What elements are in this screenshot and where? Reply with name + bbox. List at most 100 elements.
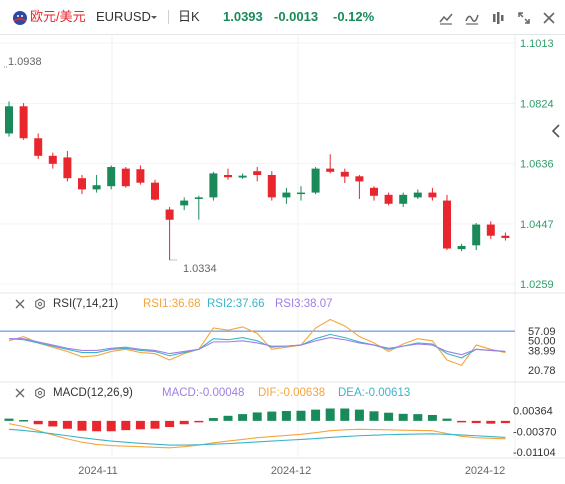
candle-body xyxy=(413,192,422,198)
macd-histogram-bar xyxy=(48,420,58,427)
low-price-label: 1.0334 xyxy=(183,263,217,275)
rsi-tick-label: 38.99 xyxy=(528,345,556,357)
candle-body xyxy=(63,157,72,179)
candle-body xyxy=(165,209,174,220)
candle-body xyxy=(311,168,320,193)
macd-histogram-bar xyxy=(384,412,394,421)
macd-settings-icon[interactable] xyxy=(34,387,46,399)
candle-body xyxy=(136,169,145,183)
macd-histogram-bar xyxy=(296,410,306,421)
macd-histogram-bar xyxy=(427,414,437,421)
macd-histogram-bar xyxy=(121,420,131,431)
candle-body xyxy=(151,182,159,200)
candle-body xyxy=(253,171,262,176)
macd-pane xyxy=(4,408,510,449)
rsi-line-2 xyxy=(8,333,506,359)
macd-histogram-bar xyxy=(340,408,350,421)
candle-body xyxy=(224,175,232,178)
candle-body xyxy=(399,194,408,204)
candle-body xyxy=(297,192,305,195)
candle-body xyxy=(428,192,437,198)
candle-body xyxy=(48,155,57,164)
rsi-settings-icon[interactable] xyxy=(34,298,46,310)
price-tick-label: 1.0824 xyxy=(520,98,554,110)
candle-body xyxy=(194,197,203,199)
macd-histogram-bar xyxy=(238,414,248,421)
candle-body xyxy=(326,168,335,172)
dea-value: DEA:-0.00613 xyxy=(338,387,411,399)
dif-value: DIF:-0.00638 xyxy=(258,387,326,399)
macd-histogram-bar xyxy=(165,420,175,428)
macd-histogram-bar xyxy=(457,420,467,423)
time-tick-label: 2024-12 xyxy=(271,465,311,477)
macd-histogram-bar xyxy=(4,418,14,421)
candle-body xyxy=(78,178,86,190)
chart-canvas[interactable]: 1.10131.08241.06361.04471.025957.0950.00… xyxy=(0,0,565,484)
rsi-lines xyxy=(0,318,515,366)
candle-body xyxy=(121,168,130,187)
macd-histogram-bar xyxy=(442,418,452,421)
collapse-arrow-icon[interactable] xyxy=(548,122,564,140)
candle-body xyxy=(238,175,247,178)
macd-histogram-bar xyxy=(354,409,364,421)
macd-histogram-bar xyxy=(413,414,423,421)
candle-body xyxy=(34,138,43,156)
macd-histogram-bar xyxy=(486,420,496,424)
time-tick-label: 2024-11 xyxy=(78,465,118,477)
rsi-tick-label: 20.78 xyxy=(528,365,556,377)
macd-histogram-bar xyxy=(369,411,379,421)
candle-body xyxy=(267,175,276,198)
time-tick-label: 2024-12 xyxy=(465,465,505,477)
macd-histogram-bar xyxy=(106,420,116,432)
macd-histogram-bar xyxy=(135,420,145,430)
candle-body xyxy=(340,171,349,177)
price-tick-label: 1.0447 xyxy=(520,219,554,231)
macd-histogram-bar xyxy=(179,420,189,425)
candle-body xyxy=(92,185,101,190)
candle-body xyxy=(209,173,218,198)
rsi1-value: RSI1:36.68 xyxy=(143,298,201,310)
macd-histogram-bar xyxy=(77,420,87,431)
candle-body xyxy=(180,200,189,206)
candle-body xyxy=(443,200,451,249)
candle-body xyxy=(501,235,510,238)
candle-body xyxy=(5,106,13,134)
candle-body xyxy=(384,194,393,204)
candle-body xyxy=(486,224,495,236)
macd-histogram-bar xyxy=(398,413,408,421)
macd-histogram-bar xyxy=(500,420,510,424)
macd-label: MACD(12,26,9) xyxy=(53,387,133,399)
macd-value: MACD:-0.00048 xyxy=(162,387,245,399)
price-tick-label: 1.0259 xyxy=(520,279,554,291)
price-tick-label: 1.1013 xyxy=(520,38,554,50)
macd-histogram-bar xyxy=(311,409,321,421)
rsi3-value: RSI3:38.07 xyxy=(275,298,333,310)
collapse-macd-icon[interactable] xyxy=(14,387,26,399)
macd-tick-label: 0.00364 xyxy=(513,406,553,418)
rsi2-value: RSI2:37.66 xyxy=(207,298,265,310)
macd-histogram-bar xyxy=(267,411,277,421)
macd-tick-label: -0.01104 xyxy=(513,447,556,459)
macd-histogram-bar xyxy=(150,420,160,429)
macd-histogram-bar xyxy=(62,420,72,429)
macd-histogram-bar xyxy=(33,420,43,425)
collapse-rsi-icon[interactable] xyxy=(14,298,26,310)
macd-histogram-bar xyxy=(252,412,262,421)
candle-body xyxy=(355,176,364,182)
price-tick-label: 1.0636 xyxy=(520,159,554,171)
macd-histogram-bar xyxy=(471,420,481,424)
candle-body xyxy=(107,167,116,187)
candle-body xyxy=(457,245,466,250)
candle-body xyxy=(472,224,481,246)
rsi-label: RSI(7,14,21) xyxy=(53,298,119,310)
macd-histogram-bar xyxy=(223,415,233,421)
candle-body xyxy=(370,187,378,196)
macd-tick-label: -0.00370 xyxy=(513,426,556,438)
macd-histogram-bar xyxy=(92,420,102,432)
macd-histogram-bar xyxy=(325,408,335,421)
high-price-label: 1.0938 xyxy=(8,56,42,68)
macd-histogram-bar xyxy=(19,420,29,422)
macd-histogram-bar xyxy=(281,411,291,421)
macd-histogram-bar xyxy=(208,418,218,421)
candle-body xyxy=(19,106,28,139)
